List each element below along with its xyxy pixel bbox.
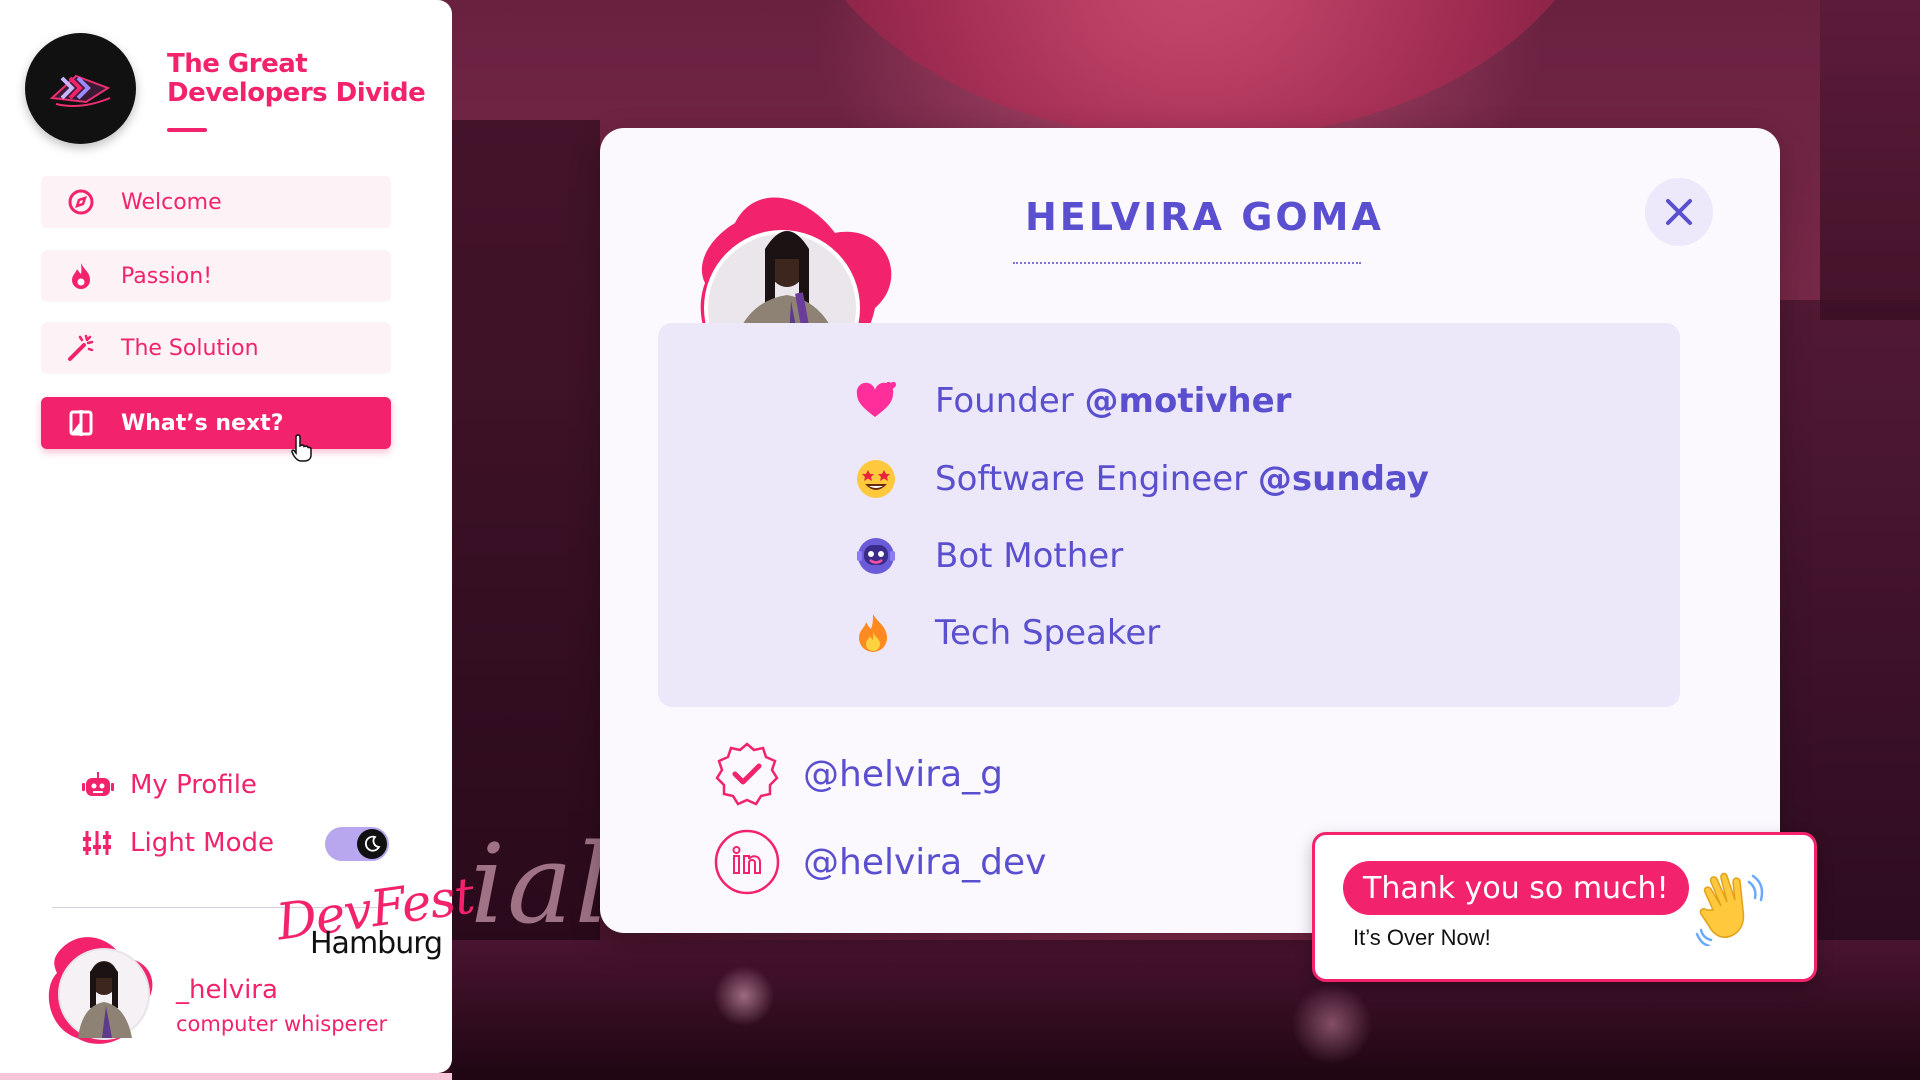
nav-item-whats-next[interactable]: What’s next?: [41, 397, 391, 449]
moon-icon: [357, 829, 387, 859]
brand-underline: [167, 128, 207, 132]
profile-name-underline: [1013, 262, 1361, 264]
my-profile-link[interactable]: My Profile: [82, 770, 257, 800]
compass-icon: [41, 188, 121, 216]
thank-you-title: Thank you so much!: [1343, 861, 1689, 915]
neon-sign: ial: [470, 820, 612, 948]
close-icon: [1666, 199, 1692, 225]
nav-item-label: Passion!: [121, 263, 213, 289]
role-item: Tech Speaker: [855, 612, 1160, 654]
theme-toggle[interactable]: [325, 827, 389, 861]
role-handle: @motivher: [1084, 381, 1292, 421]
flame-icon: [41, 261, 121, 291]
role-text: Software Engineer: [935, 459, 1258, 499]
sidebar: The Great Developers Divide Welcome Pass…: [0, 0, 477, 1073]
brand-title: The Great Developers Divide: [167, 49, 426, 108]
user-name: _helvira: [176, 975, 278, 1005]
planet-image: [790, 0, 1610, 140]
role-text: Bot Mother: [935, 536, 1124, 576]
role-text: Founder: [935, 381, 1085, 421]
user-tagline: computer whisperer: [176, 1012, 388, 1036]
split-screen-icon: [41, 409, 121, 437]
nav-item-passion[interactable]: Passion!: [41, 250, 391, 302]
role-item: Software Engineer @sunday: [855, 458, 1429, 500]
devfest-hamburg-logo: DevFest Hamburg: [270, 866, 477, 970]
robot-icon: [855, 535, 935, 577]
verified-badge-icon: [713, 740, 803, 808]
nav-item-label: Welcome: [121, 189, 222, 215]
nav-item-welcome[interactable]: Welcome: [41, 176, 391, 228]
nav-item-the-solution[interactable]: The Solution: [41, 322, 391, 374]
close-button[interactable]: [1645, 178, 1713, 246]
light-mode-link: Light Mode: [82, 828, 274, 858]
logo-icon: [49, 74, 110, 107]
event-city: Hamburg: [310, 926, 443, 961]
role-item: Founder @motivher: [855, 381, 1291, 421]
profile-card: HELVIRA GOMA Founder @motivher Software …: [600, 128, 1780, 933]
profile-name: HELVIRA GOMA: [1025, 195, 1384, 239]
thank-you-toast: Thank you so much! It’s Over Now!: [1312, 832, 1817, 982]
nav-item-label: The Solution: [121, 335, 259, 361]
social-handle: @helvira_dev: [803, 841, 1047, 883]
fire-icon: [855, 612, 935, 654]
thank-you-subtitle: It’s Over Now!: [1353, 925, 1491, 950]
sidebar-bottom-border: [0, 1073, 452, 1080]
social-link-verified[interactable]: @helvira_g: [713, 740, 1003, 808]
role-item: Bot Mother: [855, 535, 1123, 577]
magic-wand-icon: [41, 333, 121, 363]
star-struck-icon: [855, 458, 935, 500]
robot-face-icon: [82, 770, 130, 800]
user-avatar[interactable]: [42, 928, 162, 1050]
nav-item-label: What’s next?: [121, 410, 284, 436]
social-link-linkedin[interactable]: @helvira_dev: [713, 828, 1046, 896]
role-text: Tech Speaker: [935, 613, 1161, 653]
my-profile-label: My Profile: [130, 770, 257, 800]
waving-hand-icon: [1695, 870, 1765, 951]
linkedin-icon: [713, 828, 803, 896]
social-handle: @helvira_g: [803, 753, 1003, 795]
light-mode-label: Light Mode: [130, 828, 274, 858]
app-logo[interactable]: [25, 33, 136, 144]
heart-icon: [855, 381, 935, 421]
role-handle: @sunday: [1257, 459, 1429, 499]
hand-cursor-icon: [291, 434, 312, 462]
building-right-top: [1820, 0, 1920, 320]
equalizer-icon: [82, 829, 130, 857]
